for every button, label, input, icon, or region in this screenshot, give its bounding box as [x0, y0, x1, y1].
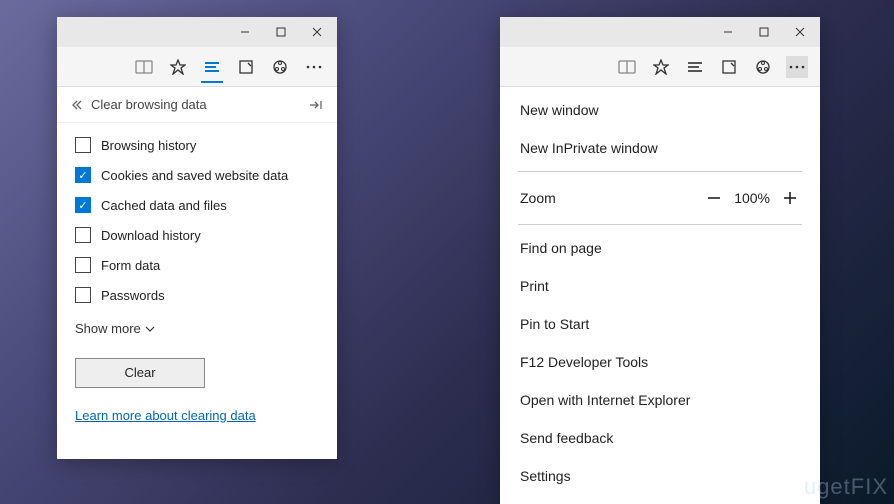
checkbox-label: Cached data and files [101, 198, 227, 213]
menu-new-window[interactable]: New window [500, 91, 820, 129]
share-icon[interactable] [269, 56, 291, 78]
favorites-icon[interactable] [167, 56, 189, 78]
webnote-icon[interactable] [718, 56, 740, 78]
chevron-down-icon [145, 326, 155, 332]
checkbox-icon: ✓ [75, 197, 91, 213]
checkbox-download-history[interactable]: Download history [75, 227, 319, 243]
more-menu-window: New window New InPrivate window Zoom 100… [500, 17, 820, 504]
menu-print[interactable]: Print [500, 267, 820, 305]
panel-header: Clear browsing data [57, 87, 337, 123]
more-menu: New window New InPrivate window Zoom 100… [500, 87, 820, 499]
menu-pin[interactable]: Pin to Start [500, 305, 820, 343]
checkbox-label: Cookies and saved website data [101, 168, 288, 183]
checkbox-browsing-history[interactable]: Browsing history [75, 137, 319, 153]
menu-find[interactable]: Find on page [500, 229, 820, 267]
minimize-button[interactable] [227, 18, 263, 46]
more-icon[interactable] [786, 56, 808, 78]
menu-new-inprivate[interactable]: New InPrivate window [500, 129, 820, 167]
menu-zoom: Zoom 100% [500, 176, 820, 220]
checkbox-icon [75, 137, 91, 153]
menu-settings[interactable]: Settings [500, 457, 820, 495]
menu-feedback[interactable]: Send feedback [500, 419, 820, 457]
minimize-button[interactable] [710, 18, 746, 46]
checkbox-label: Form data [101, 258, 160, 273]
clear-button[interactable]: Clear [75, 358, 205, 388]
reading-view-icon[interactable] [616, 56, 638, 78]
checkbox-icon: ✓ [75, 167, 91, 183]
hub-icon[interactable] [684, 56, 706, 78]
checkbox-icon [75, 227, 91, 243]
checkbox-label: Download history [101, 228, 201, 243]
zoom-value: 100% [728, 190, 776, 206]
maximize-button[interactable] [263, 18, 299, 46]
watermark: ugetFIX [804, 474, 888, 500]
share-icon[interactable] [752, 56, 774, 78]
webnote-icon[interactable] [235, 56, 257, 78]
back-icon[interactable] [71, 100, 83, 110]
show-more-toggle[interactable]: Show more [75, 321, 319, 336]
toolbar [57, 47, 337, 87]
hub-icon[interactable] [201, 61, 223, 83]
menu-devtools[interactable]: F12 Developer Tools [500, 343, 820, 381]
checkbox-label: Passwords [101, 288, 165, 303]
favorites-icon[interactable] [650, 56, 672, 78]
pin-icon[interactable] [309, 99, 323, 111]
panel-body: Browsing history ✓ Cookies and saved web… [57, 123, 337, 437]
zoom-label: Zoom [520, 190, 700, 206]
titlebar [500, 17, 820, 47]
learn-more-link[interactable]: Learn more about clearing data [75, 408, 319, 423]
checkbox-cookies[interactable]: ✓ Cookies and saved website data [75, 167, 319, 183]
menu-open-ie[interactable]: Open with Internet Explorer [500, 381, 820, 419]
show-more-label: Show more [75, 321, 141, 336]
clear-browsing-data-window: Clear browsing data Browsing history ✓ C… [57, 17, 337, 459]
checkbox-passwords[interactable]: Passwords [75, 287, 319, 303]
checkbox-cached-data[interactable]: ✓ Cached data and files [75, 197, 319, 213]
close-button[interactable] [299, 18, 335, 46]
maximize-button[interactable] [746, 18, 782, 46]
reading-view-icon[interactable] [133, 56, 155, 78]
checkbox-icon [75, 257, 91, 273]
checkbox-icon [75, 287, 91, 303]
zoom-in-button[interactable] [776, 184, 804, 212]
checkbox-label: Browsing history [101, 138, 196, 153]
close-button[interactable] [782, 18, 818, 46]
panel-title: Clear browsing data [91, 97, 207, 112]
checkbox-form-data[interactable]: Form data [75, 257, 319, 273]
toolbar [500, 47, 820, 87]
divider [518, 224, 802, 225]
zoom-out-button[interactable] [700, 184, 728, 212]
titlebar [57, 17, 337, 47]
divider [518, 171, 802, 172]
more-icon[interactable] [303, 56, 325, 78]
